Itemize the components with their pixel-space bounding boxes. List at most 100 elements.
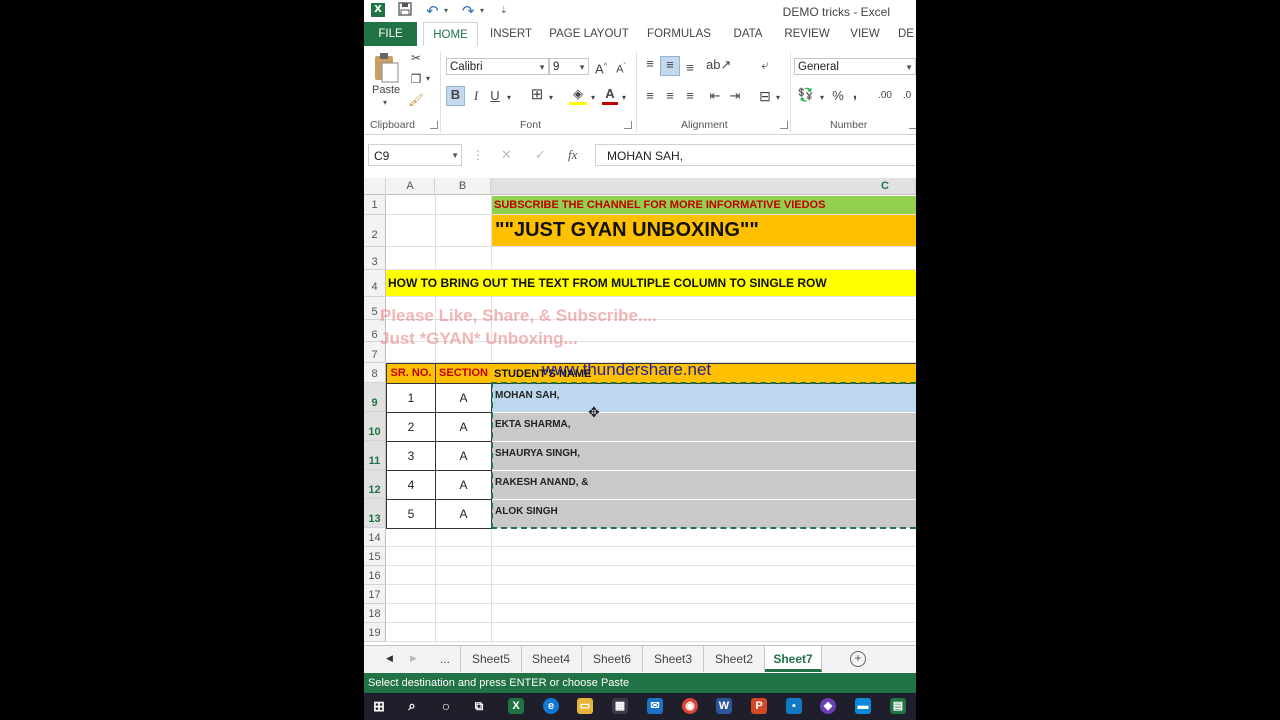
tab-review[interactable]: REVIEW [780,22,834,46]
undo-icon[interactable]: ↶ [426,2,439,20]
copy-dropdown-icon[interactable]: ▾ [424,71,432,87]
row-header[interactable]: 4 [364,270,386,297]
word-icon[interactable]: W [716,698,732,714]
search-icon[interactable]: ⌕ [404,698,420,714]
merge-center-icon[interactable]: ⊟ [756,88,774,104]
formula-input[interactable]: MOHAN SAH, [595,144,916,166]
app-icon[interactable]: ▬ [855,698,871,714]
increase-indent-icon[interactable]: ⇥ [726,88,744,104]
add-sheet-icon[interactable]: + [850,651,866,667]
cell-section[interactable]: A [435,383,492,413]
worksheet-grid[interactable]: A B C 1 2 3 4 5 6 7 8 9 10 11 12 13 14 1… [364,178,916,644]
app-icon[interactable]: ▤ [890,698,906,714]
decrease-decimal-icon[interactable]: .0 [898,88,916,104]
sheet-tab[interactable]: Sheet4 [521,646,582,672]
row-header[interactable]: 12 [364,470,386,499]
tab-view[interactable]: VIEW [844,22,886,46]
row-header[interactable]: 15 [364,547,386,566]
chrome-icon[interactable]: ◉ [682,698,698,714]
tab-home[interactable]: HOME [423,22,478,48]
scroll-left-icon[interactable]: ◀ [386,653,393,664]
row-header[interactable]: 10 [364,412,386,441]
tab-data[interactable]: DATA [726,22,770,46]
accounting-format-icon[interactable]: 💱 [796,87,816,103]
excel-taskbar-icon[interactable]: X [508,698,524,714]
font-name-dropdown-icon[interactable]: ▼ [538,59,546,76]
row-header[interactable]: 3 [364,247,386,270]
tab-developer[interactable]: DE [898,22,916,46]
font-color-dropdown-icon[interactable]: ▾ [620,90,628,106]
align-top-icon[interactable]: ≡ [642,56,658,72]
paste-icon[interactable] [372,52,400,84]
row-header[interactable]: 13 [364,499,386,528]
underline-dropdown-icon[interactable]: ▾ [505,90,513,106]
row-header[interactable]: 9 [364,383,386,412]
mail-icon[interactable]: ✉ [647,698,663,714]
increase-decimal-icon[interactable]: .00 [876,88,894,104]
sheet-tab[interactable]: Sheet5 [460,646,522,672]
number-format-dropdown-icon[interactable]: ▼ [905,59,913,76]
row-header[interactable]: 16 [364,566,386,585]
cell-sr-no[interactable]: 1 [386,383,436,413]
format-painter-icon[interactable]: 🖌 [408,92,424,108]
row-header[interactable]: 1 [364,195,386,215]
borders-dropdown-icon[interactable]: ▾ [547,90,555,106]
sheet-tab[interactable]: Sheet2 [704,646,765,672]
orientation-icon[interactable]: ab↗ [706,57,731,73]
cell-a4[interactable]: HOW TO BRING OUT THE TEXT FROM MULTIPLE … [386,270,916,296]
more-sheets-button[interactable]: ... [430,646,461,672]
alignment-launcher-icon[interactable] [780,121,788,129]
task-view-icon[interactable]: ⧉ [471,698,487,714]
cell-sr-no[interactable]: 2 [386,412,436,442]
redo-dropdown-icon[interactable]: ▾ [480,6,484,15]
cell-c2[interactable]: ""JUST GYAN UNBOXING"" [492,215,916,246]
font-name-box[interactable]: Calibri ▼ [446,58,549,75]
align-right-icon[interactable]: ≡ [682,88,698,104]
header-section[interactable]: SECTION [435,363,492,384]
clipboard-launcher-icon[interactable] [430,121,438,129]
cell-section[interactable]: A [435,412,492,442]
align-middle-icon[interactable]: ≡ [660,56,680,76]
sheet-tab[interactable]: Sheet3 [643,646,704,672]
redo-icon[interactable]: ↷ [462,2,475,20]
select-all-corner[interactable] [364,178,386,195]
row-header[interactable]: 17 [364,585,386,604]
column-header-b[interactable]: B [435,178,491,195]
number-format-box[interactable]: General ▼ [794,58,916,75]
underline-button[interactable]: U [488,88,502,104]
fill-color-icon[interactable]: ◈ [569,86,587,105]
enter-icon[interactable]: ✓ [535,147,546,163]
merge-dropdown-icon[interactable]: ▾ [774,90,782,106]
app-icon[interactable]: ▪ [786,698,802,714]
borders-icon[interactable]: ⊞ [528,87,546,103]
cancel-icon[interactable]: ✕ [501,147,512,163]
font-size-dropdown-icon[interactable]: ▼ [578,59,586,76]
sheet-tab-active[interactable]: Sheet7 [765,646,822,672]
cortana-icon[interactable]: ○ [438,698,454,714]
row-header[interactable]: 2 [364,215,386,247]
cell-section[interactable]: A [435,499,492,529]
column-header-c[interactable]: C [491,178,916,195]
number-launcher-icon[interactable] [909,121,916,129]
font-launcher-icon[interactable] [624,121,632,129]
insert-function-icon[interactable]: fx [568,147,577,163]
row-header[interactable]: 19 [364,623,386,642]
tab-page-layout[interactable]: PAGE LAYOUT [546,22,632,46]
app-icon[interactable]: ◆ [820,698,836,714]
sheet-tab[interactable]: Sheet6 [582,646,643,672]
align-center-icon[interactable]: ≡ [662,88,678,104]
comma-button[interactable]: , [850,86,860,102]
copy-icon[interactable]: ❐ [408,71,424,87]
row-header[interactable]: 8 [364,363,386,383]
decrease-indent-icon[interactable]: ⇤ [706,88,724,104]
cell-section[interactable]: A [435,441,492,471]
tab-insert[interactable]: INSERT [484,22,538,46]
tab-file[interactable]: FILE [364,22,417,46]
customize-toolbar-icon[interactable]: ⇣ [500,5,508,16]
row-header[interactable]: 11 [364,441,386,470]
wrap-text-icon[interactable]: ⤶ [756,57,774,73]
undo-dropdown-icon[interactable]: ▾ [444,6,448,15]
shrink-font-icon[interactable]: Aˇ [614,59,628,78]
bold-button[interactable]: B [446,86,465,106]
grow-font-icon[interactable]: A^ [594,59,608,77]
